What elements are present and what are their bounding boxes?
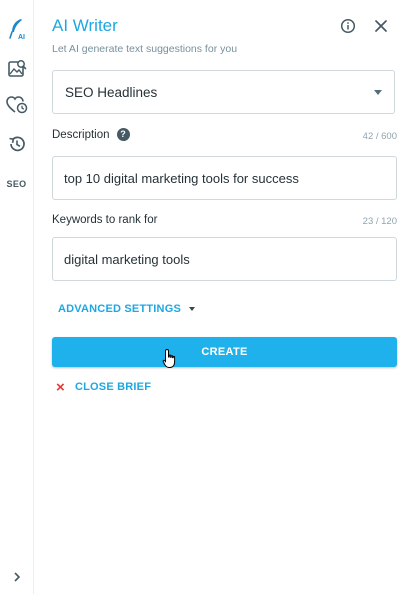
template-select-value: SEO Headlines — [65, 84, 158, 100]
rail-item-seo[interactable]: SEO — [3, 170, 30, 197]
close-brief-button[interactable]: × CLOSE BRIEF — [56, 377, 151, 397]
page-subtitle: Let AI generate text suggestions for you — [52, 43, 238, 55]
keywords-counter: 23 / 120 — [362, 216, 397, 227]
keywords-label: Keywords to rank for — [52, 214, 158, 226]
description-input[interactable]: top 10 digital marketing tools for succe… — [52, 156, 397, 200]
chevron-down-icon — [374, 90, 382, 95]
advanced-settings-toggle[interactable]: ADVANCED SETTINGS — [52, 295, 201, 323]
close-icon[interactable] — [369, 14, 393, 38]
hand-cursor-icon — [162, 348, 176, 368]
create-button[interactable]: CREATE — [52, 337, 397, 367]
description-counter: 42 / 600 — [362, 131, 397, 142]
close-brief-label: CLOSE BRIEF — [74, 381, 152, 393]
page-title: AI Writer — [52, 16, 118, 35]
image-search-icon[interactable] — [3, 55, 30, 82]
template-select[interactable]: SEO Headlines — [52, 70, 395, 114]
info-icon[interactable] — [336, 14, 360, 38]
advanced-settings-label: ADVANCED SETTINGS — [58, 303, 181, 315]
chevron-right-icon[interactable] — [3, 563, 30, 590]
history-icon[interactable] — [3, 130, 30, 157]
help-icon[interactable]: ? — [116, 128, 130, 141]
feather-ai-icon[interactable]: AI — [3, 15, 30, 42]
description-label: Description ? — [52, 128, 130, 141]
caret-down-icon — [188, 307, 195, 311]
logo-text: AI — [18, 34, 25, 41]
keywords-input[interactable]: digital marketing tools — [52, 237, 397, 281]
ai-writer-app: AI SEO AI Writer Let AI generate text su… — [0, 0, 410, 594]
close-x-icon: × — [56, 378, 65, 396]
left-rail: AI SEO — [0, 0, 34, 594]
heart-clock-icon[interactable] — [3, 91, 30, 118]
